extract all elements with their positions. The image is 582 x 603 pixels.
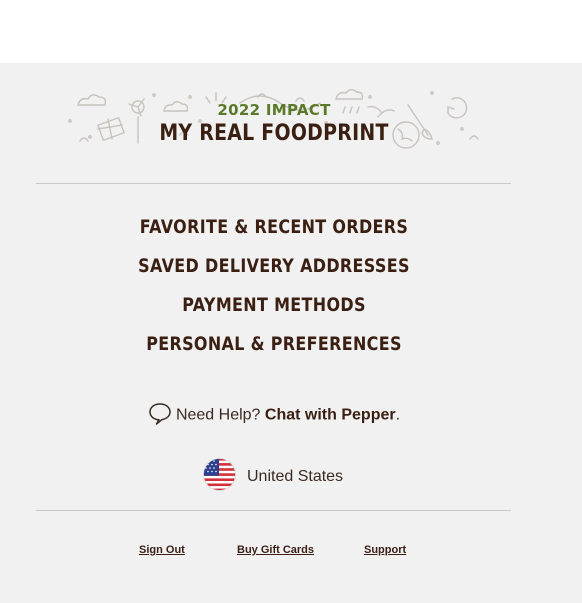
impact-year-label[interactable]: 2022 IMPACT [0,101,548,119]
buy-gift-cards-link[interactable]: Buy Gift Cards [237,544,314,556]
divider-top [36,183,511,184]
chat-with-pepper-link[interactable]: Chat with Pepper [265,407,396,424]
menu-favorite-recent-orders[interactable]: FAVORITE & RECENT ORDERS [44,216,504,238]
help-suffix-text: . [395,406,401,424]
chat-bubble-icon[interactable] [148,401,172,430]
help-prefix-text: Need Help? [175,406,261,424]
help-row: Need Help? Chat with Pepper. [0,401,548,430]
menu-personal-preferences[interactable]: PERSONAL & PREFERENCES [44,333,504,355]
country-label: United States [247,468,344,485]
impact-title[interactable]: MY REAL FOODPRINT [38,121,509,146]
support-link[interactable]: Support [364,544,406,556]
top-blank-area [0,0,582,63]
menu-saved-delivery-addresses[interactable]: SAVED DELIVERY ADDRESSES [44,255,504,277]
sign-out-link[interactable]: Sign Out [139,544,185,556]
menu-payment-methods[interactable]: PAYMENT METHODS [44,294,504,316]
country-selector[interactable]: United States [203,458,344,496]
us-flag-icon [203,458,236,496]
account-menu-panel: 2022 IMPACT MY REAL FOODPRINT FAVORITE &… [0,63,582,603]
divider-bottom [36,510,511,511]
